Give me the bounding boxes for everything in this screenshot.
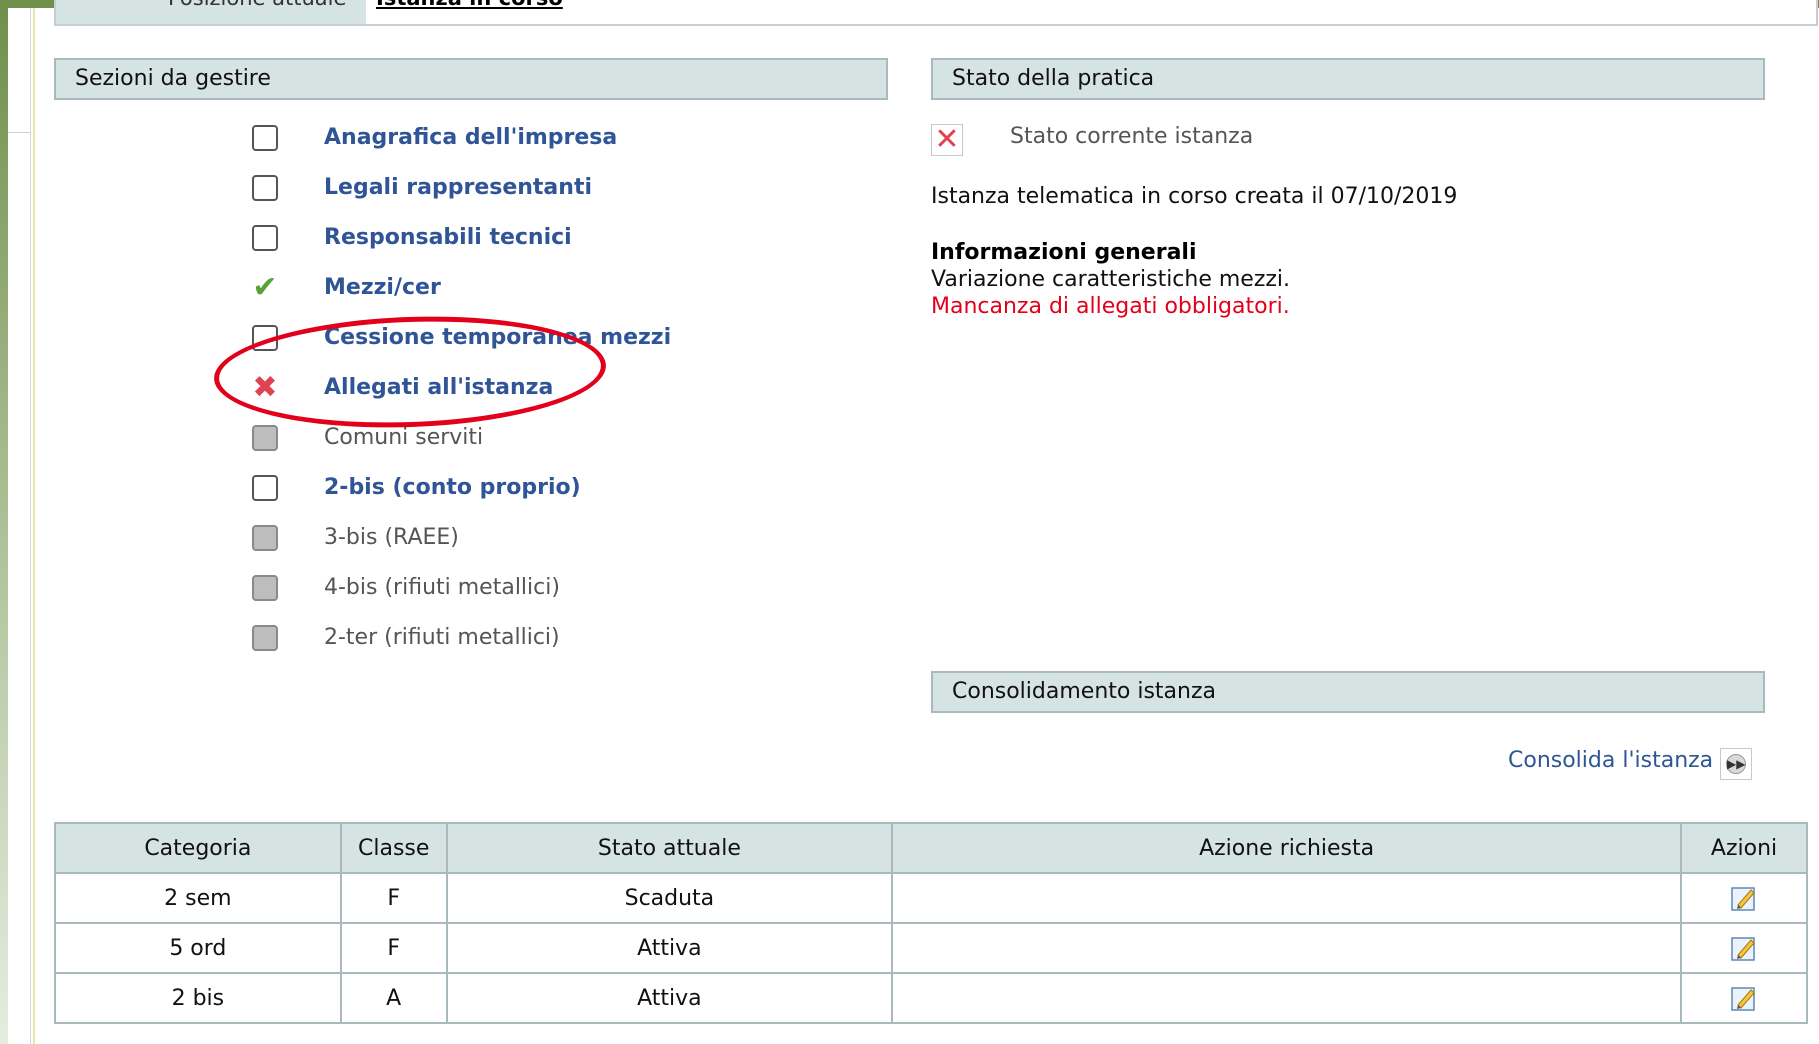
col-azione-header: Azione richiesta [891,822,1683,874]
window-left-border [0,0,8,1044]
gutter-line [33,8,35,1044]
forward-icon[interactable]: ▶▶ [1720,748,1752,780]
empty-checkbox-icon [252,125,278,151]
disabled-checkbox-icon [252,575,278,601]
cell-azione [891,922,1683,974]
cell-categoria: 2 bis [54,972,342,1024]
edit-icon[interactable] [1729,983,1759,1013]
table-row: 2 bis A Attiva [54,972,1808,1024]
empty-checkbox-icon [252,325,278,351]
position-label-cell: Posizione attuale [56,0,366,24]
section-item-label: 3-bis (RAEE) [324,525,459,550]
section-item-label[interactable]: Cessione temporanea mezzi [324,321,671,355]
cell-classe: A [339,972,448,1024]
forward-icon-glyph: ▶▶ [1726,754,1746,774]
position-value[interactable]: Istanza in corso [376,0,563,10]
empty-checkbox-icon [252,225,278,251]
empty-checkbox-icon [252,175,278,201]
error-x-icon: ✕ [931,124,963,156]
info-text: Variazione caratteristiche mezzi. [931,267,1291,292]
position-label: Posizione attuale [168,0,346,10]
stato-current-label: Stato corrente istanza [1010,124,1254,149]
section-item-label: 2-ter (rifiuti metallici) [324,625,560,650]
consolida-istanza-link[interactable]: Consolida l'istanza [1508,748,1713,773]
cell-stato: Attiva [445,972,894,1024]
section-item-label[interactable]: Legali rappresentanti [324,171,592,205]
stato-header: Stato della pratica [931,58,1765,100]
position-bar: Posizione attuale Istanza in corso [54,0,1818,26]
sections-header: Sezioni da gestire [54,58,888,100]
left-gutter [8,8,31,1044]
cell-classe: F [339,872,448,924]
col-classe-header: Classe [339,822,448,874]
edit-icon[interactable] [1729,883,1759,913]
cell-categoria: 2 sem [54,872,342,924]
checkmark-icon: ✔ [252,270,278,305]
cell-azioni [1680,872,1808,924]
col-categoria-header: Categoria [54,822,342,874]
gutter-divider [8,132,30,133]
edit-icon[interactable] [1729,933,1759,963]
cell-stato: Scaduta [445,872,894,924]
section-item-label: 4-bis (rifiuti metallici) [324,575,560,600]
disabled-checkbox-icon [252,625,278,651]
cell-stato: Attiva [445,922,894,974]
table-row: 5 ord F Attiva [54,922,1808,974]
cell-azioni [1680,972,1808,1024]
table-header-row: Categoria Classe Stato attuale Azione ri… [54,822,1808,874]
section-item-label[interactable]: Mezzi/cer [324,271,441,305]
cell-azione [891,972,1683,1024]
col-stato-header: Stato attuale [445,822,894,874]
cell-classe: F [339,922,448,974]
table-row: 2 sem F Scaduta [54,872,1808,924]
info-title: Informazioni generali [931,240,1197,265]
section-item-label[interactable]: Responsabili tecnici [324,221,572,255]
section-item-label[interactable]: 2-bis (conto proprio) [324,471,581,505]
cell-azioni [1680,922,1808,974]
section-item-label[interactable]: Allegati all'istanza [324,371,553,405]
cell-azione [891,872,1683,924]
section-item-label[interactable]: Anagrafica dell'impresa [324,121,617,155]
section-item-label: Comuni serviti [324,425,484,450]
empty-checkbox-icon [252,475,278,501]
warning-text: Mancanza di allegati obbligatori. [931,294,1290,319]
disabled-checkbox-icon [252,425,278,451]
cell-categoria: 5 ord [54,922,342,974]
error-x-icon: ✖ [252,370,278,405]
col-azioni-header: Azioni [1680,822,1808,874]
categories-table: Categoria Classe Stato attuale Azione ri… [54,822,1808,1024]
consolidamento-header: Consolidamento istanza [931,671,1765,713]
stato-created-text: Istanza telematica in corso creata il 07… [931,184,1458,209]
disabled-checkbox-icon [252,525,278,551]
